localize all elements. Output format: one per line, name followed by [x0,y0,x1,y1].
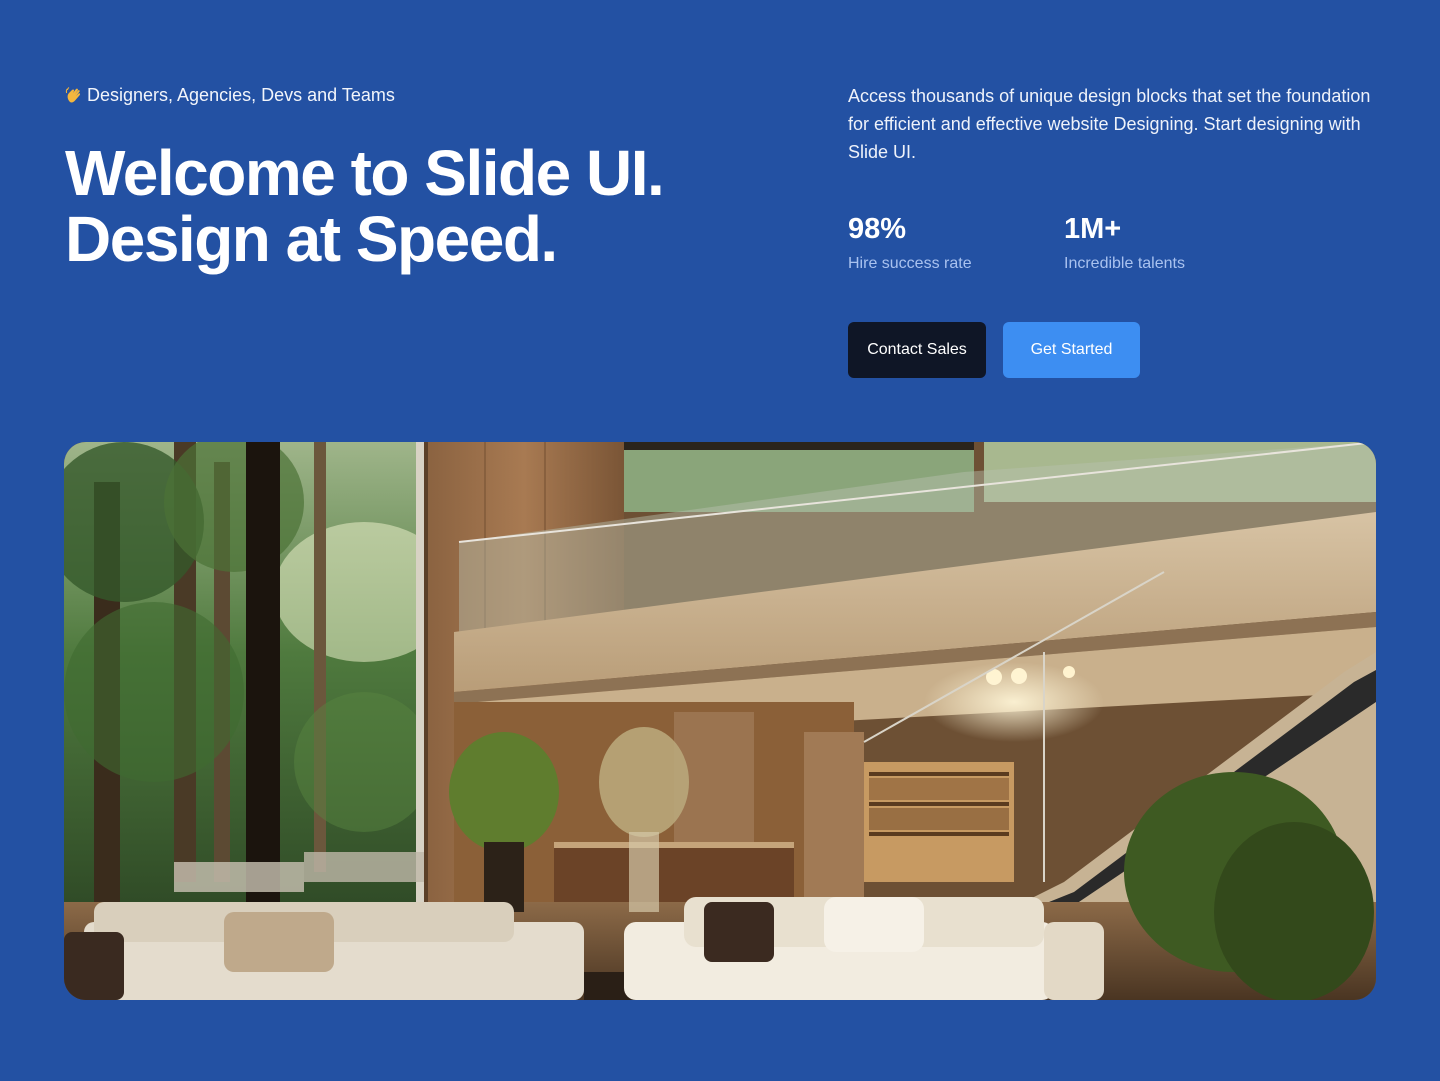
stat-hire-success: 98% Hire success rate [848,212,1064,274]
waving-hand-icon [65,86,83,104]
cta-buttons: Contact Sales Get Started [848,322,1140,378]
stat-talents: 1M+ Incredible talents [1064,212,1280,274]
headline-line-1: Welcome to Slide UI. [65,137,665,209]
stat-label: Hire success rate [848,255,972,272]
stat-value: 1M+ [1064,213,1122,245]
hero-section: Designers, Agencies, Devs and Teams Welc… [0,0,1440,1081]
stat-label: Incredible talents [1064,255,1185,272]
living-room-illustration [64,442,1376,1000]
hero-description: Access thousands of unique design blocks… [848,86,1371,162]
stats-row: 98% Hire success rate 1M+ Incredible tal… [848,212,1280,274]
contact-sales-button[interactable]: Contact Sales [848,322,986,378]
eyebrow: Designers, Agencies, Devs and Teams [65,84,395,106]
stat-value: 98% [848,213,907,245]
eyebrow-text: Designers, Agencies, Devs and Teams [87,85,395,105]
hero-image [64,442,1376,1000]
headline-line-2: Design at Speed. [65,203,558,275]
get-started-button[interactable]: Get Started [1003,322,1140,378]
page-title: Welcome to Slide UI. Design at Speed. [65,140,765,272]
